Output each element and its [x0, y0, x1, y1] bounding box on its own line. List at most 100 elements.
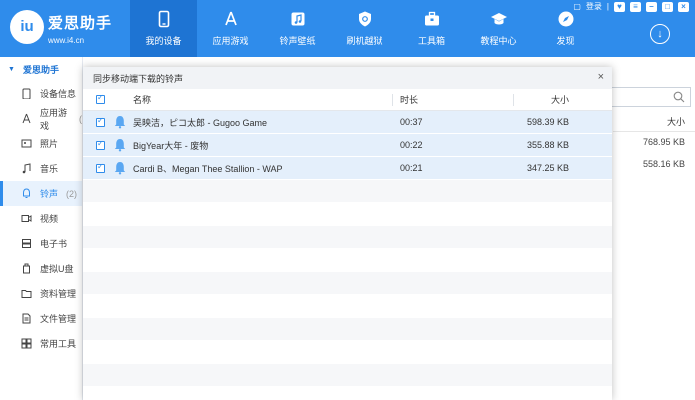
- column-divider: [392, 94, 393, 106]
- folder-icon: [21, 290, 32, 298]
- app-store-icon: [224, 11, 237, 26]
- nav-label: 铃声壁纸: [279, 36, 316, 46]
- nav-toolbox[interactable]: 工具箱: [398, 0, 465, 57]
- nav-ringtones-wallpapers[interactable]: 铃声壁纸: [264, 0, 331, 57]
- login-link[interactable]: 登录: [586, 1, 602, 12]
- nav-flash-jailbreak[interactable]: 刷机越狱: [331, 0, 398, 57]
- sidebar-item[interactable]: 铃声 (2): [0, 181, 82, 206]
- close-icon[interactable]: ×: [598, 72, 604, 83]
- device-name: 爱思助手: [22, 64, 59, 75]
- video-icon: [21, 215, 32, 222]
- row-checkbox[interactable]: [96, 116, 105, 127]
- shield-icon: [358, 11, 371, 27]
- ringtone-size: 347.25 KB: [526, 163, 569, 173]
- minimize-icon[interactable]: –: [646, 1, 657, 12]
- nav-tutorial-center[interactable]: 教程中心: [465, 0, 532, 57]
- bell-icon: [23, 188, 30, 198]
- empty-row: [83, 295, 612, 318]
- top-bar: iu 爱思助手 www.i4.cn 我的设备 应用游戏 铃声壁纸 刷机越狱 工具…: [0, 0, 695, 57]
- sidebar-item[interactable]: 文件管理: [0, 306, 82, 331]
- sidebar-item[interactable]: 音乐: [0, 156, 82, 181]
- sidebar-item-label: 音乐: [40, 164, 59, 174]
- photo-icon: [21, 139, 32, 148]
- sidebar-item[interactable]: 电子书: [0, 231, 82, 256]
- nav-label: 应用游戏: [212, 36, 249, 46]
- search-icon: [673, 91, 685, 103]
- app-logo: iu: [10, 10, 44, 44]
- empty-row: [83, 249, 612, 272]
- ringtone-duration: 00:22: [400, 140, 423, 150]
- column-size[interactable]: 大小: [503, 93, 569, 106]
- nav-apps-games[interactable]: 应用游戏: [197, 0, 264, 57]
- music-note-icon: [291, 12, 304, 26]
- row-checkbox[interactable]: [96, 162, 105, 173]
- close-icon[interactable]: ×: [678, 1, 689, 12]
- sidebar-item[interactable]: 视频: [0, 206, 82, 231]
- maximize-icon[interactable]: □: [662, 1, 673, 12]
- dialog-title-bar: 同步移动端下载的铃声 ×: [83, 67, 612, 89]
- main-nav: 我的设备 应用游戏 铃声壁纸 刷机越狱 工具箱 教程中心 发现: [130, 0, 599, 57]
- nav-label: 发现: [556, 36, 575, 46]
- empty-row: [83, 341, 612, 364]
- tools-icon: [21, 338, 32, 349]
- sidebar-item-label: 视频: [40, 214, 59, 224]
- shirt-icon[interactable]: ♥: [614, 1, 625, 12]
- sidebar-item-label: 应用游戏: [40, 107, 68, 131]
- sidebar-item[interactable]: 常用工具: [0, 331, 82, 356]
- device-info-icon: [22, 88, 31, 99]
- sidebar-item[interactable]: 设备信息: [0, 81, 82, 106]
- download-icon[interactable]: ↓: [650, 24, 670, 44]
- sidebar: ▼ 爱思助手 设备信息 应用游戏 ( 照片音乐铃声 (2) 视频电子书虚拟U盘资料管理文件…: [0, 57, 83, 400]
- brand-url: www.i4.cn: [48, 36, 85, 45]
- sidebar-item[interactable]: 照片: [0, 131, 82, 156]
- ringtone-bell-icon: [114, 139, 126, 152]
- sidebar-item-label: 文件管理: [40, 314, 77, 324]
- table-row[interactable]: 吴映洁，ピコ太郎 - Gugoo Game 00:37 598.39 KB: [83, 111, 612, 134]
- sidebar-item[interactable]: 应用游戏 (: [0, 106, 82, 131]
- size-value: 558.16 KB: [642, 159, 685, 169]
- sidebar-item-label: 电子书: [40, 239, 68, 249]
- apps-icon: [22, 113, 31, 124]
- ringtone-bell-icon: [114, 162, 126, 175]
- book-icon: [22, 239, 31, 248]
- music-icon: [22, 163, 31, 174]
- menu-icon[interactable]: ≡: [630, 1, 641, 12]
- empty-row: [83, 318, 612, 341]
- search-input[interactable]: [603, 87, 691, 107]
- sidebar-item-label: 照片: [40, 139, 59, 149]
- sidebar-item[interactable]: 虚拟U盘: [0, 256, 82, 281]
- file-icon: [22, 313, 31, 324]
- column-name[interactable]: 名称: [133, 93, 151, 106]
- ringtone-name: 吴映洁，ピコ太郎 - Gugoo Game: [133, 117, 268, 128]
- empty-row: [83, 272, 612, 295]
- empty-row: [83, 203, 612, 226]
- nav-label: 教程中心: [480, 36, 517, 46]
- row-checkbox[interactable]: [96, 139, 105, 150]
- sidebar-item-label: 资料管理: [40, 289, 77, 299]
- ringtone-name: Cardi B、Megan Thee Stallion - WAP: [133, 163, 283, 174]
- nav-label: 刷机越狱: [346, 36, 383, 46]
- sidebar-item[interactable]: 资料管理: [0, 281, 82, 306]
- ringtone-bell-icon: [114, 116, 126, 129]
- ringtone-name: BigYear大年 - 废物: [133, 140, 209, 151]
- sidebar-item-count: (2): [66, 188, 78, 199]
- empty-row: [83, 180, 612, 203]
- table-row[interactable]: BigYear大年 - 废物 00:22 355.88 KB: [83, 134, 612, 157]
- nav-label: 工具箱: [417, 36, 445, 46]
- size-value: 768.95 KB: [642, 137, 685, 147]
- sidebar-device-header[interactable]: ▼ 爱思助手: [0, 57, 82, 81]
- select-all-checkbox[interactable]: [96, 93, 105, 104]
- window-controls: ▢ 登录 | ♥ ≡ – □ ×: [573, 1, 689, 12]
- empty-row: [83, 364, 612, 387]
- nav-my-device[interactable]: 我的设备: [130, 0, 197, 57]
- ringtone-size: 355.88 KB: [526, 140, 569, 150]
- divider: |: [606, 2, 609, 11]
- table-header: 名称 时长 大小: [83, 89, 612, 111]
- usb-icon: [23, 263, 30, 274]
- chevron-down-icon: ▼: [8, 65, 15, 73]
- phone-icon: [158, 10, 169, 28]
- user-icon[interactable]: ▢: [573, 2, 581, 11]
- table-row[interactable]: Cardi B、Megan Thee Stallion - WAP 00:21 34…: [83, 157, 612, 180]
- size-column-header[interactable]: 大小: [613, 112, 695, 132]
- column-time[interactable]: 时长: [400, 93, 418, 106]
